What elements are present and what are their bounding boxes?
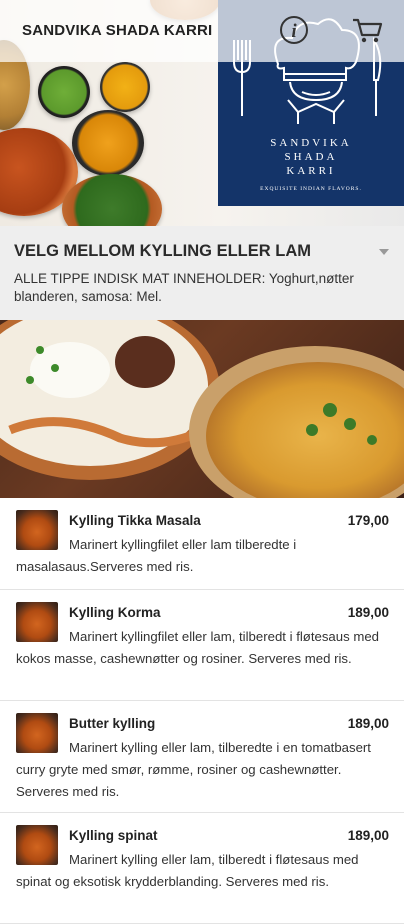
caret-down-icon[interactable] xyxy=(379,249,389,255)
menu-item-price: 189,00 xyxy=(347,828,389,843)
chutney-bowl-image xyxy=(100,62,150,112)
menu-item-description: Marinert kyllingfilet eller lam tilbered… xyxy=(16,537,297,574)
category-description: ALLE TIPPE INDISK MAT INNEHOLDER: Yoghur… xyxy=(14,271,354,304)
category-banner-image xyxy=(0,320,404,498)
logo-text: SANDVIKA SHADA KARRI xyxy=(270,137,352,177)
menu-item-price: 189,00 xyxy=(347,605,389,620)
menu-item[interactable]: Kylling spinat 189,00 Marinert kylling e… xyxy=(0,813,404,924)
menu-item-name: Butter kylling xyxy=(69,716,156,731)
menu-item-description: Marinert kylling eller lam, tilberedt i … xyxy=(16,852,359,889)
category-section[interactable]: VELG MELLOM KYLLING ELLER LAM ALLE TIPPE… xyxy=(0,226,404,320)
menu-item[interactable]: Kylling Tikka Masala 179,00 Marinert kyl… xyxy=(0,498,404,590)
logo-tagline: EXQUISITE INDIAN FLAVORS. xyxy=(260,186,362,192)
app-title: SANDVIKA SHADA KARRI xyxy=(22,22,213,39)
cart-button[interactable] xyxy=(350,14,384,46)
shopping-cart-icon xyxy=(353,18,383,43)
app-header: SANDVIKA SHADA KARRI i xyxy=(0,0,404,62)
info-button[interactable]: i xyxy=(278,14,310,46)
menu-item-description: Marinert kyllingfilet eller lam, tilbere… xyxy=(16,629,380,666)
menu-item[interactable]: Butter kylling 189,00 Marinert kylling e… xyxy=(0,701,404,813)
category-title: VELG MELLOM KYLLING ELLER LAM xyxy=(14,242,311,260)
menu-item-name: Kylling Tikka Masala xyxy=(69,513,201,528)
menu-item-name: Kylling spinat xyxy=(69,828,158,843)
info-circle-icon: i xyxy=(280,16,308,44)
menu-item-price: 179,00 xyxy=(347,513,389,528)
menu-item-name: Kylling Korma xyxy=(69,605,161,620)
menu-item-description: Marinert kylling eller lam, tilberedte i… xyxy=(16,740,371,799)
svg-text:i: i xyxy=(291,21,297,42)
chutney-bowl-image xyxy=(38,66,90,118)
menu-item[interactable]: Kylling Korma 189,00 Marinert kyllingfil… xyxy=(0,590,404,701)
menu-item-list: Kylling Tikka Masala 179,00 Marinert kyl… xyxy=(0,498,404,924)
curry-and-rice-image xyxy=(0,320,404,498)
spinach-bowl-image xyxy=(62,174,162,226)
menu-item-price: 189,00 xyxy=(347,716,389,731)
curry-bowl-image xyxy=(72,110,144,176)
